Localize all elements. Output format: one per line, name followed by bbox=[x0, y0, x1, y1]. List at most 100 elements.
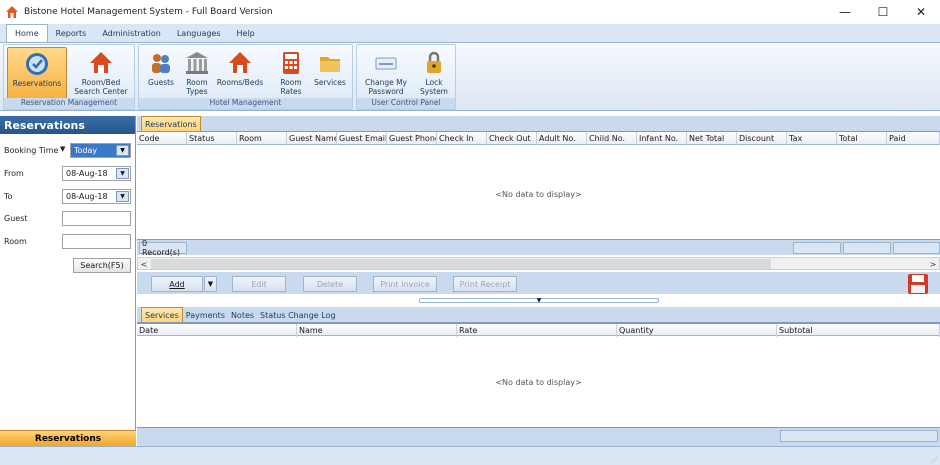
services-button[interactable]: Services bbox=[311, 47, 349, 99]
house-search-icon bbox=[90, 52, 112, 73]
column-header[interactable]: Guest Phone bbox=[387, 132, 437, 145]
column-header[interactable]: Check In bbox=[437, 132, 487, 145]
room-bed-search-center-button[interactable]: Room/Bed Search Center bbox=[70, 47, 132, 99]
group-user-control-panel: Change My Password Lock System User Cont… bbox=[356, 44, 456, 110]
resize-grip-icon[interactable]: ⋰ bbox=[931, 456, 938, 464]
add-dropdown-icon[interactable]: ▼ bbox=[204, 276, 217, 292]
column-header[interactable]: Rate bbox=[457, 324, 617, 337]
detail-tab-strip: Services Payments Notes Status Change Lo… bbox=[137, 307, 940, 323]
tab-help[interactable]: Help bbox=[229, 25, 263, 42]
booking-time-label: Booking Time bbox=[4, 146, 59, 155]
chevron-down-icon[interactable]: ▼ bbox=[116, 191, 129, 202]
group-label: User Control Panel bbox=[357, 98, 455, 109]
search-button[interactable]: Search(F5) bbox=[73, 258, 131, 273]
house-icon bbox=[229, 52, 251, 73]
group-hotel-management: Guests Room Types Rooms/Beds Room Rates … bbox=[138, 44, 353, 110]
reservation-actions-toolbar: Add ▼ Edit Delete Print Invoice Print Re… bbox=[137, 272, 940, 294]
title-bar: Bistone Hotel Management System - Full B… bbox=[0, 0, 940, 24]
footer-summary-cell bbox=[893, 242, 940, 254]
room-types-button[interactable]: Room Types bbox=[181, 47, 213, 99]
column-header[interactable]: Paid bbox=[887, 132, 940, 145]
tab-home[interactable]: Home bbox=[6, 24, 48, 42]
save-disk-icon[interactable] bbox=[907, 273, 929, 295]
ribbon-tab-strip: Home Reports Administration Languages He… bbox=[0, 24, 940, 43]
services-empty-message: <No data to display> bbox=[495, 378, 582, 387]
column-header[interactable]: Discount bbox=[737, 132, 787, 145]
horizontal-scrollbar[interactable]: < > bbox=[137, 257, 940, 270]
tab-reports[interactable]: Reports bbox=[48, 25, 95, 42]
tab-languages[interactable]: Languages bbox=[169, 25, 229, 42]
services-grid-header: Date Name Rate Quantity Subtotal bbox=[137, 323, 940, 337]
print-receipt-button[interactable]: Print Receipt bbox=[453, 276, 517, 292]
footer-summary-cell bbox=[780, 430, 938, 442]
booking-time-arrow-icon[interactable]: ▼ bbox=[60, 145, 65, 153]
column-header[interactable]: Room bbox=[237, 132, 287, 145]
column-header[interactable]: Subtotal bbox=[777, 324, 940, 337]
tab-notes[interactable]: Notes bbox=[228, 308, 257, 322]
tab-services[interactable]: Services bbox=[141, 307, 183, 322]
window-title: Bistone Hotel Management System - Full B… bbox=[24, 7, 273, 17]
from-label: From bbox=[4, 169, 24, 178]
ribbon: Reservations Room/Bed Search Center Rese… bbox=[0, 43, 940, 111]
reservations-tab-strip: Reservations bbox=[137, 116, 940, 132]
reservations-icon bbox=[26, 53, 48, 75]
scroll-left-icon[interactable]: < bbox=[138, 258, 150, 270]
column-header[interactable]: Name bbox=[297, 324, 457, 337]
column-header[interactable]: Infant No. bbox=[637, 132, 687, 145]
record-count: 0 Record(s) bbox=[139, 239, 187, 257]
change-password-button[interactable]: Change My Password bbox=[361, 47, 411, 99]
column-header[interactable]: Total bbox=[837, 132, 887, 145]
booking-time-select[interactable]: Today ▼ bbox=[70, 143, 131, 158]
scroll-right-icon[interactable]: > bbox=[927, 258, 939, 270]
from-date-field[interactable]: 08-Aug-18 ▼ bbox=[62, 166, 131, 181]
to-date-field[interactable]: 08-Aug-18 ▼ bbox=[62, 189, 131, 204]
minimize-button[interactable]: — bbox=[826, 0, 864, 24]
keyboard-icon bbox=[375, 57, 397, 70]
tab-status-change-log[interactable]: Status Change Log bbox=[257, 308, 339, 322]
column-header[interactable]: Guest Email bbox=[337, 132, 387, 145]
filter-panel-header: Reservations bbox=[0, 116, 135, 134]
column-header[interactable]: Code bbox=[137, 132, 187, 145]
add-button[interactable]: Add bbox=[151, 276, 203, 292]
lock-system-button[interactable]: Lock System bbox=[415, 47, 453, 99]
delete-button[interactable]: Delete bbox=[303, 276, 357, 292]
panel-splitter-handle[interactable]: ▼ bbox=[419, 297, 659, 304]
reservations-button[interactable]: Reservations bbox=[7, 47, 67, 99]
column-header[interactable]: Adult No. bbox=[537, 132, 587, 145]
reservations-grid-footer: 0 Record(s) bbox=[137, 239, 940, 257]
rooms-beds-button[interactable]: Rooms/Beds bbox=[217, 47, 263, 99]
folder-icon bbox=[320, 57, 340, 72]
column-header[interactable]: Check Out bbox=[487, 132, 537, 145]
tab-administration[interactable]: Administration bbox=[94, 25, 169, 42]
column-header[interactable]: Guest Name bbox=[287, 132, 337, 145]
services-grid-footer bbox=[137, 427, 940, 446]
column-header[interactable]: Quantity bbox=[617, 324, 777, 337]
scrollbar-thumb[interactable] bbox=[151, 259, 771, 269]
lock-icon bbox=[427, 51, 441, 73]
chevron-down-icon[interactable]: ▼ bbox=[116, 168, 129, 179]
close-button[interactable]: ✕ bbox=[902, 0, 940, 24]
hotel-app-icon bbox=[6, 6, 18, 18]
column-header[interactable]: Status bbox=[187, 132, 237, 145]
reservations-nav-button[interactable]: Reservations bbox=[0, 430, 136, 446]
to-label: To bbox=[4, 192, 13, 201]
print-invoice-button[interactable]: Print Invoice bbox=[373, 276, 437, 292]
column-header[interactable]: Date bbox=[137, 324, 297, 337]
column-header[interactable]: Child No. bbox=[587, 132, 637, 145]
room-input[interactable] bbox=[62, 234, 131, 249]
maximize-button[interactable]: ☐ bbox=[864, 0, 902, 24]
guests-button[interactable]: Guests bbox=[143, 47, 179, 99]
chevron-down-icon: ▼ bbox=[536, 297, 542, 304]
reservations-filter-panel: Reservations Booking Time ▼ Today ▼ From… bbox=[0, 116, 136, 446]
column-header[interactable]: Tax bbox=[787, 132, 837, 145]
chevron-down-icon[interactable]: ▼ bbox=[116, 145, 129, 156]
group-reservation-management: Reservations Room/Bed Search Center Rese… bbox=[3, 44, 135, 110]
guest-input[interactable] bbox=[62, 211, 131, 226]
column-header[interactable]: Net Total bbox=[687, 132, 737, 145]
reservations-grid-header: Code Status Room Guest Name Guest Email … bbox=[137, 132, 940, 145]
room-rates-button[interactable]: Room Rates bbox=[275, 47, 307, 99]
status-bar: ⋰ bbox=[0, 446, 940, 465]
tab-payments[interactable]: Payments bbox=[183, 308, 228, 322]
tab-reservations[interactable]: Reservations bbox=[141, 116, 201, 131]
edit-button[interactable]: Edit bbox=[232, 276, 286, 292]
